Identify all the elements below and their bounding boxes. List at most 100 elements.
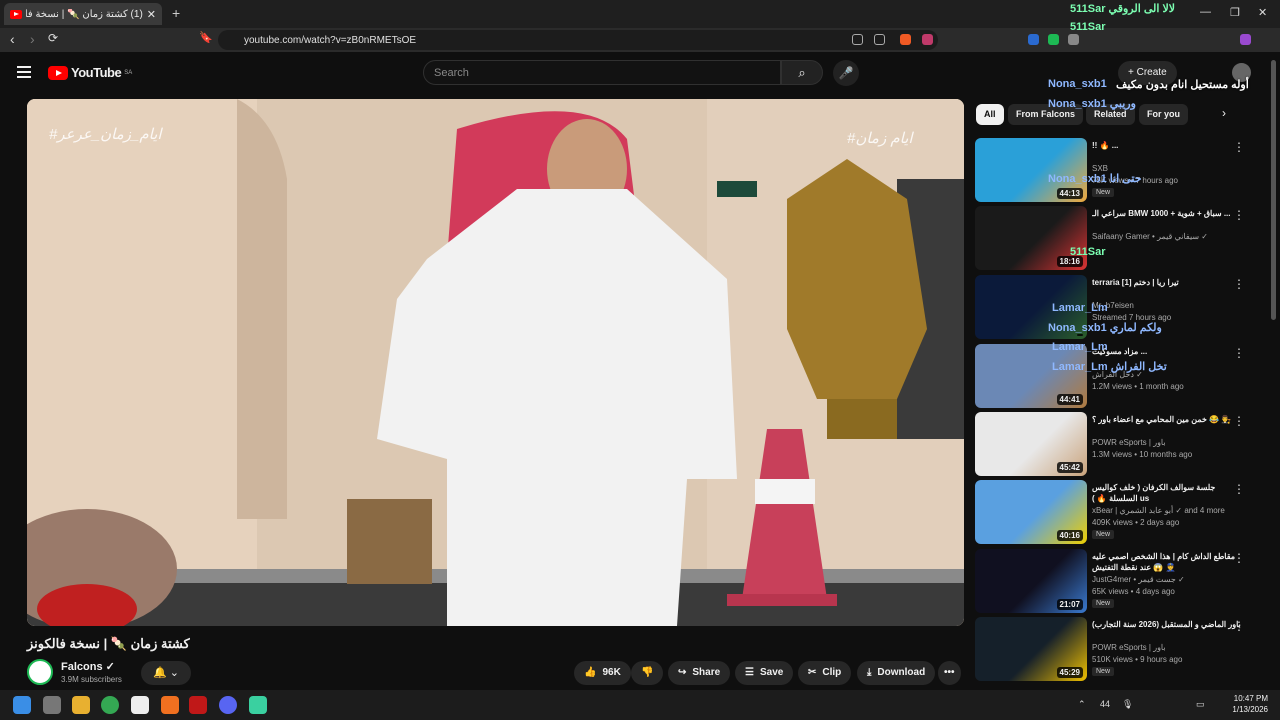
notepad-icon[interactable] <box>131 696 149 714</box>
mic-tray-icon[interactable]: 🎙 <box>1122 699 1133 710</box>
like-button[interactable]: 👍 96K <box>574 661 631 685</box>
recommendation-item[interactable]: 45:42 خمن مين المحامي مع اعضاء باور ؟ 😂 👨… <box>975 412 1265 476</box>
channel-name[interactable]: POWR eSports | باور <box>1092 438 1166 447</box>
back-icon[interactable]: ‹ <box>10 31 15 47</box>
share-arrow-icon: ↪ <box>678 667 687 678</box>
more-options-icon[interactable]: ⋮ <box>1233 208 1245 222</box>
chat-message: أوله مستحيل انام بدون مكيف <box>1116 79 1249 91</box>
more-options-icon[interactable]: ⋮ <box>1233 619 1245 633</box>
chat-message: Nona_sxb1 <box>1048 78 1107 90</box>
video-thumbnail[interactable]: 44:13 <box>975 138 1087 202</box>
video-duration: 21:07 <box>1056 599 1083 610</box>
file-explorer-icon[interactable] <box>72 696 90 714</box>
network-icon[interactable]: ▭ <box>1196 699 1205 710</box>
thumbs-down-icon: 👎 <box>641 667 654 678</box>
channel-name[interactable]: Saifaany Gamer • سيفاني قيمر ✓ <box>1092 232 1208 241</box>
search-icon[interactable]: ⌕ <box>781 60 823 85</box>
search-input[interactable]: Search <box>423 60 781 85</box>
youtube-logo[interactable]: YouTube SA <box>48 65 132 80</box>
more-options-icon[interactable]: ⋮ <box>1233 140 1245 154</box>
forward-icon[interactable]: › <box>30 31 35 47</box>
app-icon-2[interactable] <box>189 696 207 714</box>
chat-message: 511Sar <box>1070 21 1106 33</box>
recommendation-item[interactable]: 44:13!! 🔥 ... SXB 75K views • 7 hours ago N… <box>975 138 1265 202</box>
dislike-button[interactable]: 👎 <box>631 661 664 685</box>
video-title-link[interactable]: terraria [1] تيرا ريا | دختم <box>1092 277 1242 288</box>
channel-avatar[interactable] <box>27 659 53 685</box>
task-view-icon[interactable] <box>43 696 61 714</box>
chip-for-you[interactable]: For you <box>1139 104 1188 125</box>
system-clock[interactable]: 10:47 PM 1/13/2026 <box>1222 693 1268 715</box>
clip-button[interactable]: ✂ Clip <box>798 661 852 685</box>
close-window-icon[interactable]: ✕ <box>1258 6 1267 19</box>
notification-bell-button[interactable]: 🔔 ⌄ <box>141 661 191 685</box>
channel-name[interactable]: JustG4mer • جست قيمر ✓ <box>1092 575 1185 584</box>
browser-tab[interactable]: (1) كشتة زمان 🍡 | نسخة فالك ✕ <box>4 3 162 25</box>
cast-icon[interactable] <box>852 34 863 45</box>
app-icon[interactable] <box>161 696 179 714</box>
more-options-icon[interactable]: ⋮ <box>1233 277 1245 291</box>
video-thumbnail[interactable]: 40:16 <box>975 480 1087 544</box>
brave-shield-icon[interactable] <box>900 34 911 45</box>
tray-chevron-icon[interactable]: ⌃ <box>1078 699 1086 710</box>
discord-icon[interactable] <box>219 696 237 714</box>
channel-name[interactable]: Falcons ✓ <box>61 660 115 673</box>
video-thumbnail[interactable]: 45:42 <box>975 412 1087 476</box>
chat-message: Nona_sxb1 ولكم لماري <box>1048 322 1162 334</box>
video-thumbnail[interactable]: 44:41 <box>975 344 1087 408</box>
video-thumbnail[interactable]: 45:29 <box>975 617 1087 681</box>
more-options-icon[interactable]: ⋮ <box>1233 346 1245 360</box>
more-options-icon[interactable]: ⋮ <box>1233 414 1245 428</box>
video-title-link[interactable]: خمن مين المحامي مع اعضاء باور ؟ 😂 👨‍⚖️ <box>1092 414 1242 425</box>
bookmark-icon[interactable]: 🔖 <box>199 31 213 44</box>
chips-next-icon[interactable]: › <box>1222 106 1226 120</box>
extension-icon[interactable] <box>1028 34 1039 45</box>
share-button[interactable]: ↪ Share <box>668 661 731 685</box>
recommendation-item[interactable]: 21:07 مقاطع الداش كام | هذا الشخص اصمي عل… <box>975 549 1265 613</box>
chip-all[interactable]: All <box>976 104 1004 125</box>
video-thumbnail[interactable]: 21:07 <box>975 549 1087 613</box>
more-actions-button[interactable]: ••• <box>938 661 961 685</box>
new-tab-button[interactable]: + <box>172 5 180 21</box>
video-player[interactable]: #ايام_زمان_عرعر #ايام زمان <box>27 99 964 626</box>
video-title-link[interactable]: سراعي الـ BMW 1000 + سباق + شوية ... <box>1092 208 1242 219</box>
app-icon-3[interactable] <box>249 696 267 714</box>
download-label: Download <box>877 667 926 678</box>
recommendation-item[interactable]: 45:29 باور الماضي و المستقبل (2026 سنة ال… <box>975 617 1265 681</box>
video-thumbnail[interactable]: 18:16 <box>975 206 1087 270</box>
video-title-link[interactable]: باور الماضي و المستقبل (2026 سنة التجارب… <box>1092 619 1242 630</box>
video-metadata: 510K views • 9 hours ago <box>1092 655 1183 664</box>
recommendation-item[interactable]: 18:16 سراعي الـ BMW 1000 + سباق + شوية ..… <box>975 206 1265 270</box>
download-button[interactable]: ⤓ Download <box>857 661 936 685</box>
channel-name[interactable]: POWR eSports | باور <box>1092 643 1166 652</box>
more-options-icon[interactable]: ⋮ <box>1233 551 1245 565</box>
recommendation-item[interactable]: 40:16 جلسة سوالف الكرفان ( خلف كواليس الس… <box>975 480 1265 544</box>
video-duration: 45:42 <box>1056 462 1083 473</box>
new-badge: New <box>1092 530 1115 539</box>
save-button[interactable]: ☰ Save <box>735 661 794 685</box>
chat-message: Nona_sxb1 حتى انا <box>1048 173 1142 185</box>
video-metadata: 1.3M views • 10 months ago <box>1092 450 1193 459</box>
chrome-icon[interactable] <box>101 696 119 714</box>
video-title-link[interactable]: !! 🔥 ... <box>1092 140 1242 151</box>
video-title-link[interactable]: مزاد مسوكيت ... <box>1092 346 1242 357</box>
brave-rewards-icon[interactable] <box>922 34 933 45</box>
minimize-icon[interactable]: — <box>1200 6 1211 18</box>
video-title-link[interactable]: جلسة سوالف الكرفان ( خلف كواليس السلسلة … <box>1092 482 1242 504</box>
vpn-icon[interactable] <box>1048 34 1059 45</box>
tab-close-icon[interactable]: ✕ <box>147 8 156 21</box>
channel-name[interactable]: xBear | أبو عابد الشمري ✓ and 4 more <box>1092 506 1225 515</box>
more-options-icon[interactable]: ⋮ <box>1233 482 1245 496</box>
recommendation-item[interactable]: 44:41 مزاد مسوكيت ... دحل الفراش ✓ 1.2M vie… <box>975 344 1265 408</box>
profile-icon[interactable] <box>1240 34 1251 45</box>
windows-start-icon[interactable] <box>13 696 31 714</box>
video-title-link[interactable]: مقاطع الداش كام | هذا الشخص اصمي عليه عن… <box>1092 551 1242 573</box>
extensions-puzzle-icon[interactable] <box>1068 34 1079 45</box>
microphone-icon[interactable]: 🎤 <box>833 60 859 86</box>
share-icon[interactable] <box>874 34 885 45</box>
maximize-icon[interactable]: ❐ <box>1230 6 1240 19</box>
reload-icon[interactable]: ⟳ <box>48 31 58 45</box>
menu-icon[interactable] <box>17 66 31 81</box>
page-scrollbar[interactable] <box>1271 60 1276 320</box>
address-bar[interactable]: youtube.com/watch?v=zB0nRMETsOE <box>218 30 938 50</box>
